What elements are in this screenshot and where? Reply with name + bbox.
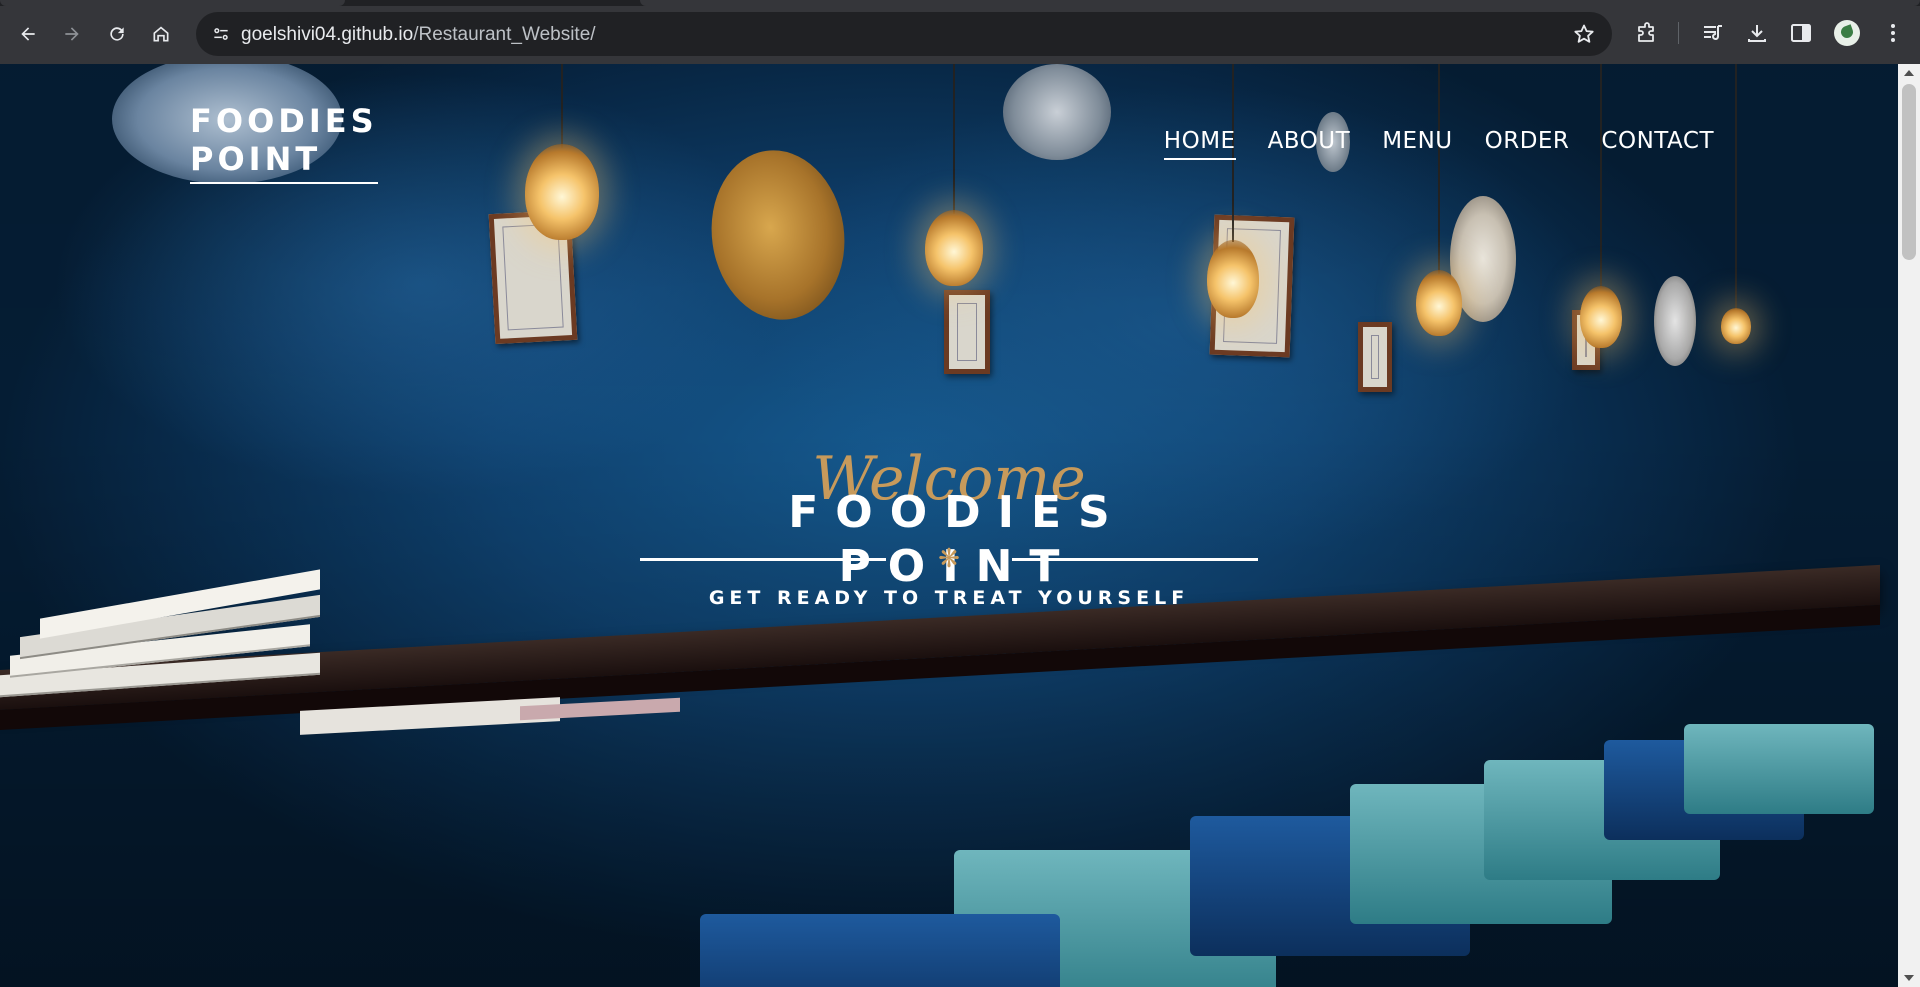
extensions-icon[interactable] [1634,20,1660,46]
wall-picture-frame [944,290,990,374]
scroll-down-arrow-icon[interactable] [1904,975,1914,981]
divider-line-right [1012,558,1258,561]
pendant-lamp [1718,64,1754,364]
tab-strip [0,0,1920,6]
browser-toolbar: goelshivi04.github.io/Restaurant_Website… [0,0,1920,64]
forward-icon[interactable] [56,18,88,50]
bookmark-star-icon[interactable] [1572,22,1596,46]
nav-link-home[interactable]: HOME [1163,128,1236,160]
wall-picture-frame [1358,322,1392,392]
page-viewport: FOODIES POINT HOME ABOUT MENU ORDER CONT… [0,64,1898,987]
divider-line-left [640,558,886,561]
page-scrollbar[interactable] [1898,64,1920,987]
reading-list-icon[interactable] [1700,20,1726,46]
hero-divider: ❋ [640,543,1258,573]
nav-link-contact[interactable]: CONTACT [1601,128,1714,160]
back-icon[interactable] [12,18,44,50]
site-info-icon[interactable] [206,19,236,49]
reload-icon[interactable] [101,18,133,50]
nav-link-menu[interactable]: MENU [1382,128,1452,160]
velvet-stool [1684,724,1874,814]
nav-link-about[interactable]: ABOUT [1268,128,1351,160]
home-icon[interactable] [145,18,177,50]
inactive-tab[interactable] [640,0,1920,6]
scroll-up-arrow-icon[interactable] [1904,70,1914,76]
main-nav: HOME ABOUT MENU ORDER CONTACT [1163,128,1714,160]
hero-tagline: GET READY TO TREAT YOURSELF [708,587,1190,609]
url-text[interactable]: goelshivi04.github.io/Restaurant_Website… [241,24,596,46]
toolbar-separator [1678,22,1679,44]
inactive-tab[interactable] [0,0,345,6]
side-panel-icon[interactable] [1788,20,1814,46]
logo-line-1: FOODIES [190,102,378,140]
nav-link-order[interactable]: ORDER [1485,128,1570,160]
hero-brand-title: FOODIES POINT [788,487,1127,592]
pendant-lamp [1578,64,1624,364]
more-menu-icon[interactable] [1880,20,1906,46]
wall-plate-top [1003,64,1111,160]
profile-avatar[interactable] [1834,20,1860,46]
downloads-icon[interactable] [1744,20,1770,46]
pendant-lamp [1414,64,1464,344]
newspaper-stack [0,569,680,754]
logo-line-2: POINT [190,140,322,178]
ornament-icon: ❋ [938,543,960,573]
velvet-stool [700,914,1060,987]
url-host: goelshivi04.github.io [241,24,414,45]
pendant-lamp [522,64,602,244]
pendant-lamp [1204,64,1262,324]
site-logo[interactable]: FOODIES POINT [190,102,378,184]
scrollbar-thumb[interactable] [1902,84,1916,260]
address-bar[interactable]: goelshivi04.github.io/Restaurant_Website… [196,12,1612,56]
url-path: /Restaurant_Website/ [413,24,596,45]
pendant-lamp [922,64,986,294]
wall-plate-far-right [1654,276,1696,366]
